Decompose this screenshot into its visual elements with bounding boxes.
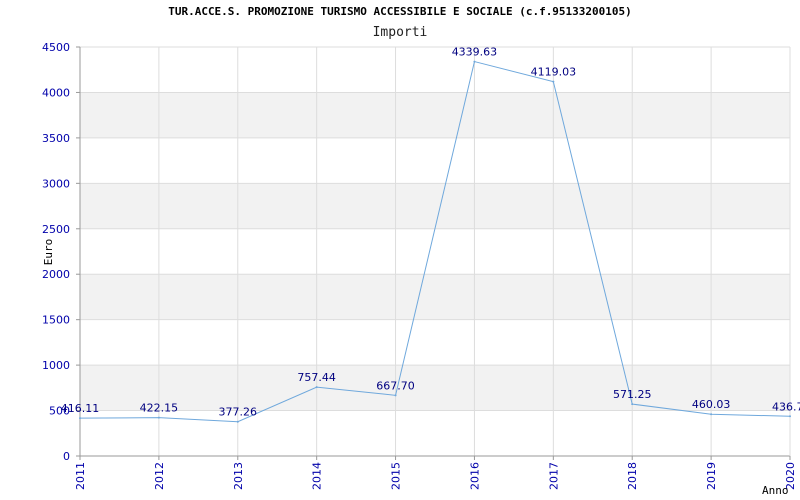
data-point [789,415,791,418]
data-point [631,403,634,406]
data-point [79,417,81,420]
x-tick-label: 2017 [547,462,560,490]
data-label: 571.25 [613,388,652,401]
data-point [473,60,476,63]
data-point [315,386,318,389]
data-point [552,80,555,83]
data-point [710,413,713,416]
y-tick-label: 1000 [42,359,70,372]
background-band [80,365,790,411]
y-tick-label: 0 [63,450,70,463]
data-label: 460.03 [692,398,731,411]
y-tick-label: 4500 [42,41,70,54]
data-label: 422.15 [140,402,179,415]
x-tick-label: 2011 [74,462,87,490]
x-tick-label: 2015 [390,462,403,490]
x-axis-label: Anno [762,484,789,497]
data-label: 436.7 [772,400,800,413]
background-band [80,274,790,320]
data-label: 377.26 [219,406,258,419]
y-tick-label: 2500 [42,223,70,236]
y-tick-label: 3500 [42,132,70,145]
data-point [157,416,160,419]
data-point [394,394,397,397]
line-chart: 050010001500200025003000350040004500 201… [42,41,800,497]
data-label: 667.70 [376,379,415,392]
background-bands [80,92,790,411]
data-point [236,420,239,423]
y-tick-label: 4000 [42,86,70,99]
x-tick-label: 2014 [311,462,324,490]
y-axis-label: Euro [42,239,55,266]
x-tick-label: 2013 [232,462,245,490]
x-tick-label: 2019 [705,462,718,490]
y-tick-label: 1500 [42,314,70,327]
data-label: 416.11 [61,402,100,415]
y-tick-label: 3000 [42,177,70,190]
data-label: 4339.63 [452,46,498,59]
background-band [80,183,790,229]
x-tick-label: 2018 [626,462,639,490]
x-tick-label: 2012 [153,462,166,490]
y-tick-label: 2000 [42,268,70,281]
background-band [80,92,790,138]
data-label: 757.44 [297,371,336,384]
x-tick-label: 2016 [468,462,481,490]
x-tick-labels: 2011 2012 2013 2014 2015 2016 2017 2018 2019 2020 [74,462,797,490]
data-label: 4119.03 [531,66,577,79]
